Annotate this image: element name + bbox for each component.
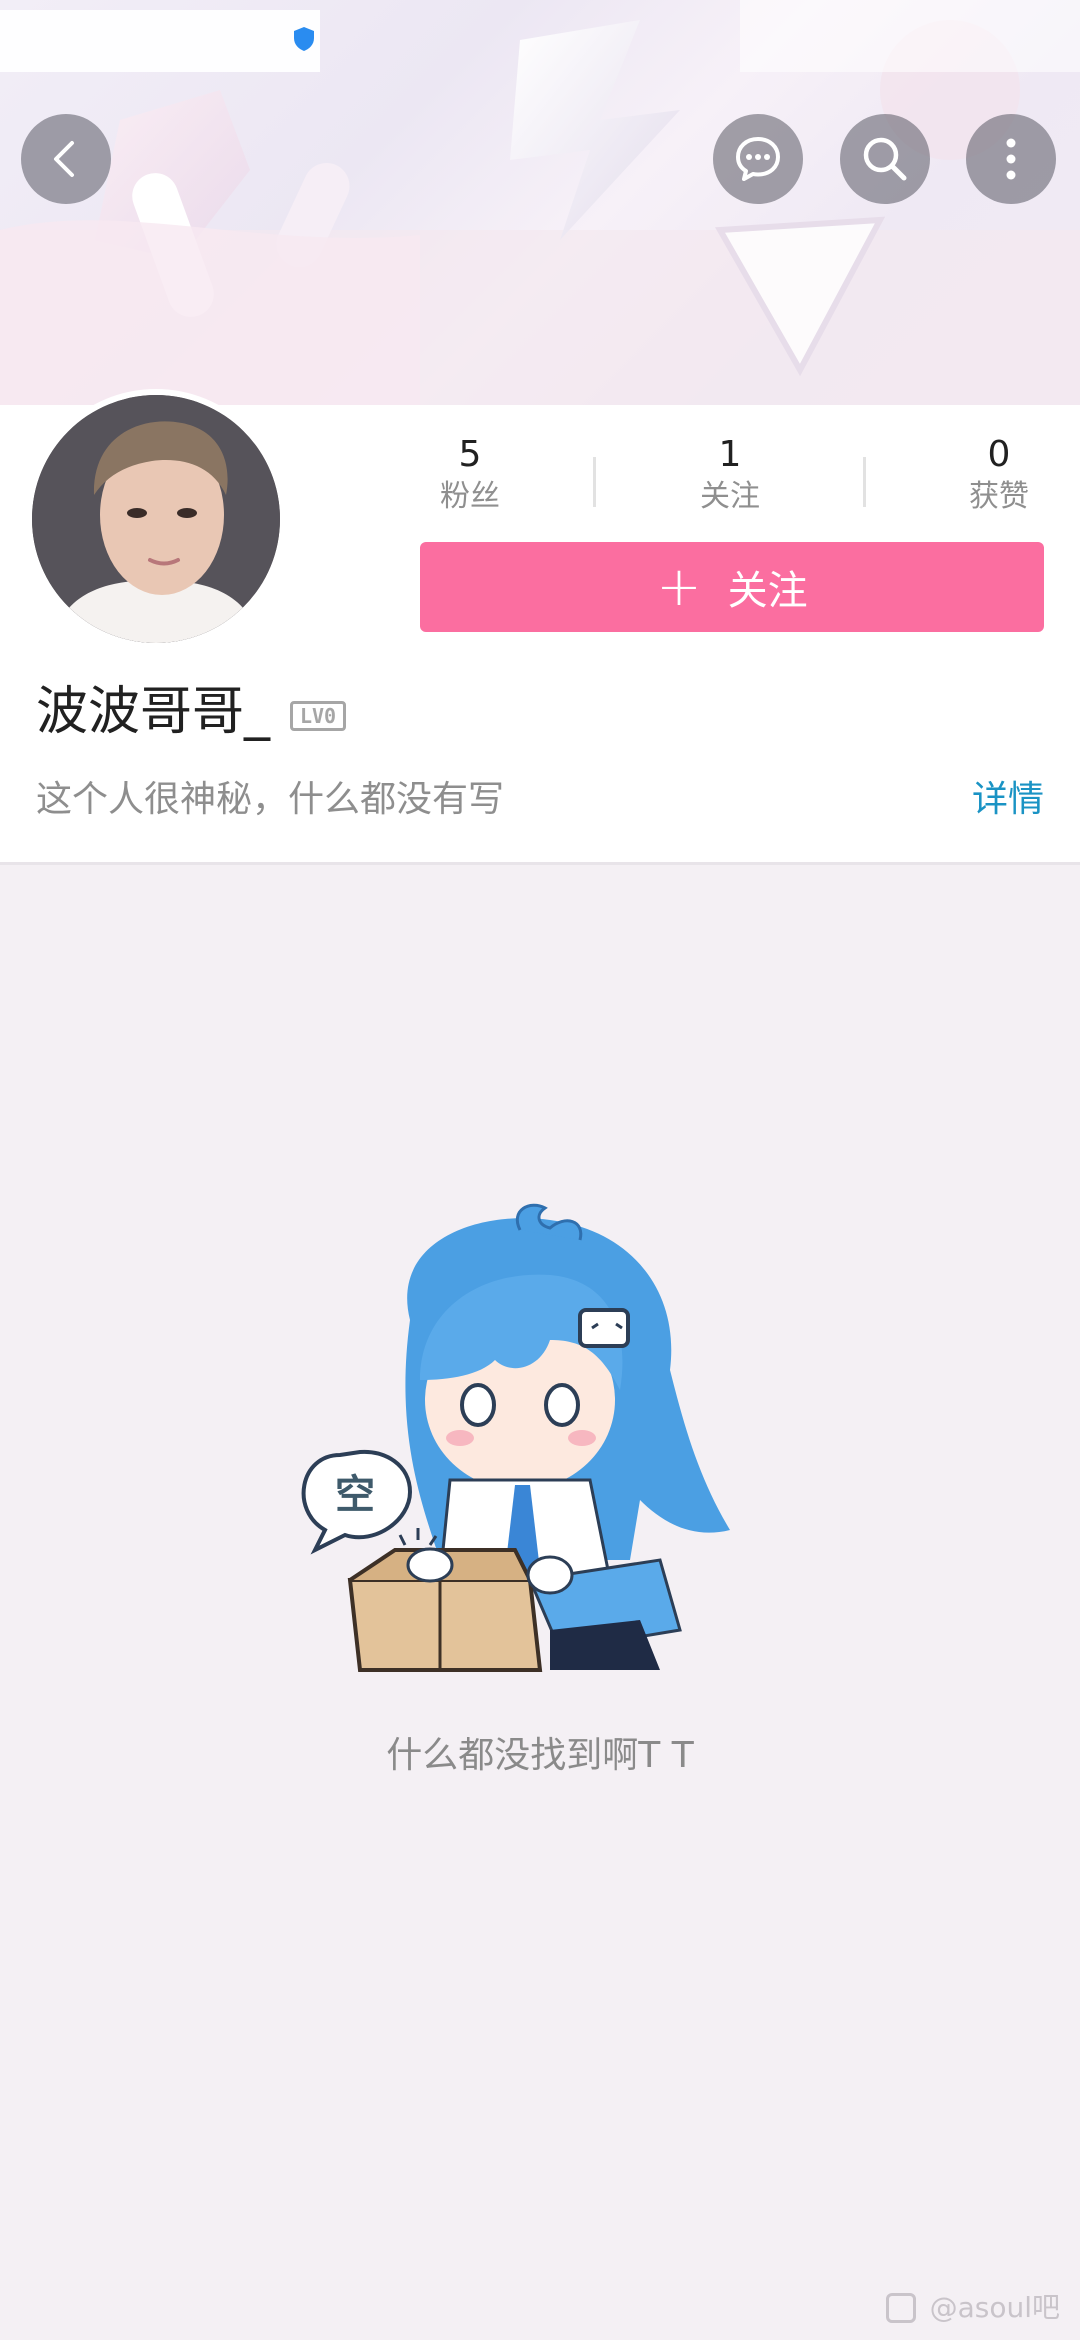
watermark: @asoul吧 <box>885 2290 1060 2326</box>
message-button[interactable] <box>713 114 803 204</box>
stat-following[interactable]: 1 关注 <box>660 433 800 517</box>
bio-text: 这个人很神秘，什么都没有写 <box>36 779 505 820</box>
stat-likes[interactable]: 0 获赞 <box>929 433 1069 517</box>
avatar-portrait <box>32 395 280 643</box>
chat-bubble-icon <box>736 137 780 181</box>
stat-fans[interactable]: 5 粉丝 <box>400 433 540 517</box>
stat-value: 5 <box>458 434 482 475</box>
search-button[interactable] <box>840 114 930 204</box>
watermark-logo-icon <box>885 2293 916 2323</box>
status-bar-mask-right <box>740 0 1080 72</box>
stat-value: 1 <box>718 434 742 475</box>
stat-label: 粉丝 <box>440 479 500 514</box>
search-icon <box>863 137 907 181</box>
follow-button-label: 关注 <box>727 568 808 614</box>
more-button[interactable] <box>966 114 1056 204</box>
follow-button[interactable]: + 关注 <box>420 542 1044 632</box>
status-bar-mask <box>0 10 320 72</box>
back-button[interactable] <box>21 114 111 204</box>
watermark-text: @asoul吧 <box>929 2291 1060 2324</box>
stats-row: 5 粉丝 1 关注 0 获赞 <box>400 433 1060 523</box>
stat-divider <box>863 457 866 507</box>
chevron-left-icon <box>54 141 74 177</box>
stat-label: 关注 <box>700 479 760 514</box>
profile-banner <box>0 0 1080 405</box>
level-badge: LV0 <box>290 701 346 731</box>
empty-state-illustration: 空 <box>301 1203 730 1672</box>
stat-label: 获赞 <box>969 479 1029 514</box>
stat-divider <box>593 457 596 507</box>
detail-link[interactable]: 详情 <box>972 775 1044 825</box>
speech-bubble-text: 空 <box>335 1472 375 1518</box>
avatar[interactable] <box>26 389 286 649</box>
shield-icon <box>294 27 314 51</box>
empty-state-message: 什么都没找到啊T T <box>386 1735 694 1776</box>
more-vertical-icon <box>1006 138 1016 180</box>
profile-header: 5 粉丝 1 关注 0 获赞 + 关注 波波哥哥_ LV0 这个人很神秘，什么都… <box>0 389 1080 865</box>
avatar-photo <box>32 395 280 643</box>
plus-icon: + <box>656 555 702 618</box>
username: 波波哥哥_ <box>36 682 271 742</box>
stat-value: 0 <box>987 434 1011 475</box>
